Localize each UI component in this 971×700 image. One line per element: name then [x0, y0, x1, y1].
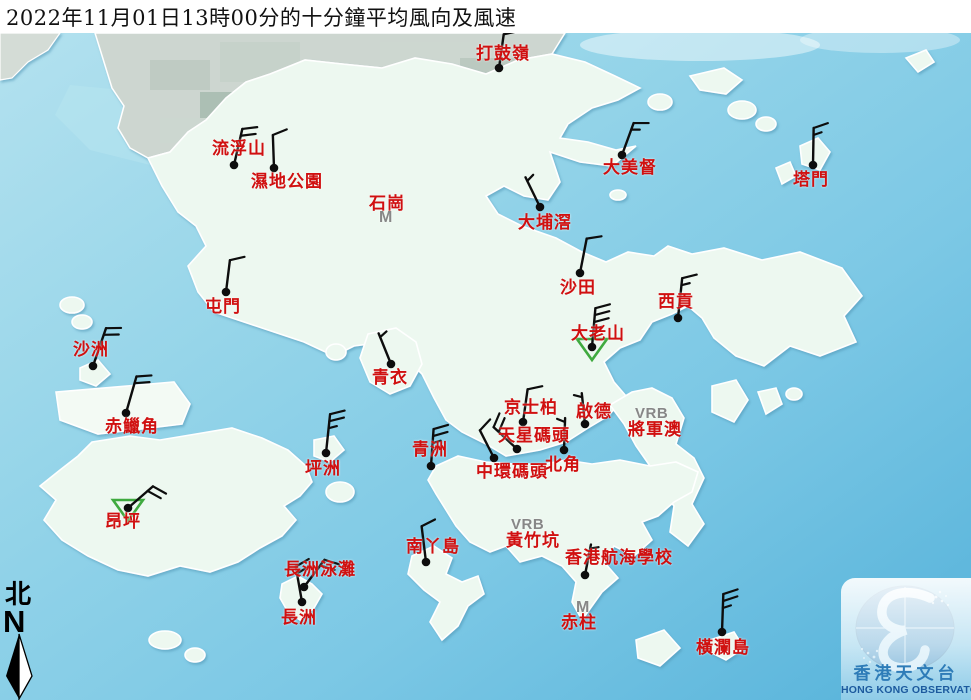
airport-island	[56, 382, 190, 434]
station-dot	[490, 454, 499, 463]
station-dot	[674, 314, 683, 323]
cloud-haze	[580, 29, 820, 61]
compass: 北 N	[0, 582, 44, 700]
station-dot	[519, 418, 528, 427]
station-dot	[322, 449, 331, 458]
station-dot	[513, 445, 522, 454]
station-dot	[618, 151, 627, 160]
station-dot	[560, 446, 569, 455]
wind-map-page: 2022年11月01日13時00分的十分鐘平均風向及風速 流浮山濕地公園石崗M打…	[0, 0, 971, 700]
station-dot	[809, 161, 818, 170]
station-dot	[536, 203, 545, 212]
map-title: 2022年11月01日13時00分的十分鐘平均風向及風速	[6, 2, 516, 32]
station-dot	[122, 409, 131, 418]
station-dot	[124, 504, 133, 513]
station-dot	[427, 462, 436, 471]
station-dot	[270, 164, 279, 173]
station-dot	[230, 161, 239, 170]
hko-logo-name-en: HONG KONG OBSERVATORY	[841, 685, 971, 696]
station-dot	[576, 269, 585, 278]
compass-north-en: N	[3, 606, 25, 637]
station-dot	[588, 343, 597, 352]
station-dot	[298, 598, 307, 607]
hko-logo: 香港天文台 HONG KONG OBSERVATORY	[841, 578, 971, 700]
hong-kong-map	[0, 0, 971, 700]
station-dot	[222, 288, 231, 297]
station-dot	[581, 571, 590, 580]
station-dot	[581, 420, 590, 429]
station-dot	[89, 362, 98, 371]
station-dot	[718, 628, 727, 637]
hko-logo-name-zh: 香港天文台	[841, 666, 971, 683]
title-bar: 2022年11月01日13時00分的十分鐘平均風向及風速	[0, 0, 971, 33]
station-dot	[387, 360, 396, 369]
station-dot	[422, 558, 431, 567]
station-dot	[495, 64, 504, 73]
